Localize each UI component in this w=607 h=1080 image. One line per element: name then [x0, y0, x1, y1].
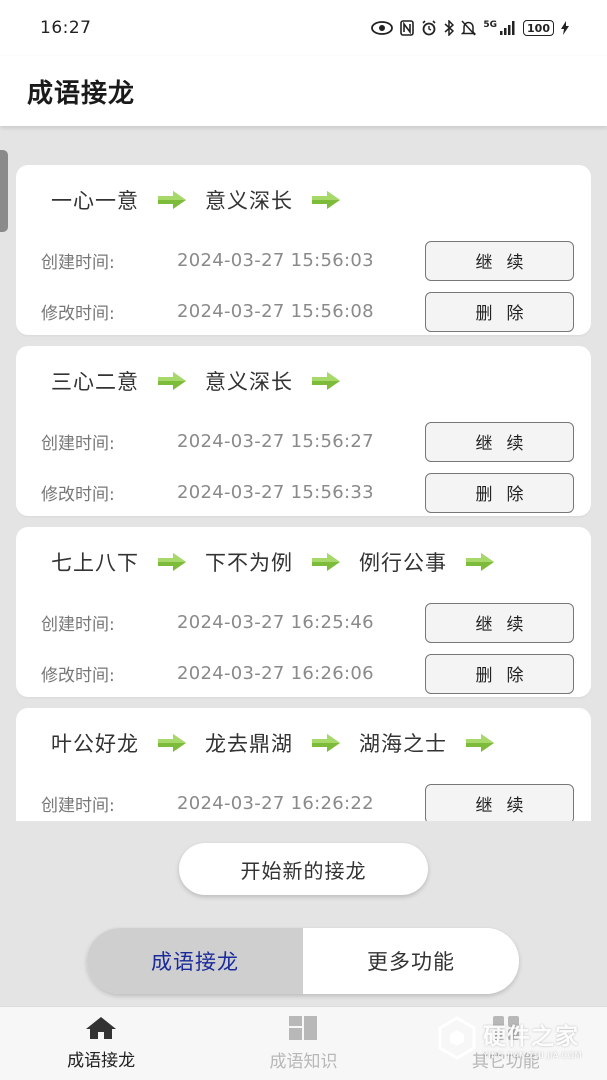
- created-label: 创建时间:: [41, 615, 115, 635]
- record-card: 三心二意 意义深长 创建时间: 2024-03-27 15:56:27 继续 修…: [16, 346, 591, 516]
- arrow-right-icon: [157, 733, 187, 753]
- continue-button[interactable]: 继续: [425, 783, 574, 821]
- continue-button[interactable]: 继续: [425, 421, 574, 462]
- nfc-icon: [400, 20, 415, 36]
- idiom-text: 七上八下: [51, 551, 139, 575]
- start-new-chain-button[interactable]: 开始新的接龙: [179, 843, 428, 895]
- arrow-right-icon: [311, 371, 341, 391]
- idiom-chain: 七上八下 下不为例 例行公事: [41, 527, 574, 597]
- delete-button[interactable]: 删除: [425, 291, 574, 332]
- record-list[interactable]: 一心一意 意义深长 创建时间: 2024-03-27 15:56:03 继续 修…: [16, 165, 591, 821]
- continue-button[interactable]: 继续: [425, 240, 574, 281]
- continue-button[interactable]: 继续: [425, 602, 574, 643]
- nav-label: 成语知识: [269, 1052, 338, 1072]
- modified-row: 修改时间: 2024-03-27 15:56:33 删除: [41, 467, 574, 518]
- modified-row: 修改时间: 2024-03-27 15:56:08 删除: [41, 286, 574, 337]
- mute-icon: [461, 20, 477, 36]
- status-bar: 16:27 5G 100: [0, 0, 607, 56]
- created-time: 2024-03-27 16:26:22: [177, 793, 374, 814]
- arrow-right-icon: [157, 552, 187, 572]
- bluetooth-icon: [444, 20, 455, 36]
- arrow-right-icon: [311, 733, 341, 753]
- delete-button[interactable]: 删除: [425, 653, 574, 694]
- arrow-right-icon: [157, 371, 187, 391]
- modified-label: 修改时间:: [41, 304, 115, 324]
- nav-label: 其它功能: [471, 1052, 540, 1072]
- created-row: 创建时间: 2024-03-27 16:26:22 继续: [41, 778, 574, 821]
- modified-label: 修改时间:: [41, 485, 115, 505]
- arrow-right-icon: [465, 733, 495, 753]
- idiom-text: 三心二意: [51, 370, 139, 394]
- created-time: 2024-03-27 16:25:46: [177, 612, 374, 633]
- modified-time: 2024-03-27 15:56:33: [177, 482, 374, 503]
- idiom-text: 意义深长: [205, 370, 293, 394]
- idiom-text: 意义深长: [205, 189, 293, 213]
- record-card: 叶公好龙 龙去鼎湖 湖海之士 创建时间: 2024-03-27 16:26:22…: [16, 708, 591, 821]
- nav-label: 成语接龙: [67, 1051, 136, 1071]
- idiom-text: 一心一意: [51, 189, 139, 213]
- modified-time: 2024-03-27 15:56:08: [177, 301, 374, 322]
- nav-item-idiom-chain[interactable]: 成语接龙: [0, 1007, 202, 1080]
- delete-button[interactable]: 删除: [425, 472, 574, 513]
- battery-indicator: 100: [523, 20, 554, 36]
- charging-icon: [561, 21, 569, 35]
- created-label: 创建时间:: [41, 434, 115, 454]
- arrow-right-icon: [311, 552, 341, 572]
- arrow-right-icon: [465, 552, 495, 572]
- created-time: 2024-03-27 15:56:27: [177, 431, 374, 452]
- idiom-text: 下不为例: [205, 551, 293, 575]
- modified-label: 修改时间:: [41, 666, 115, 686]
- grid-icon: [289, 1016, 318, 1040]
- idiom-chain: 叶公好龙 龙去鼎湖 湖海之士: [41, 708, 574, 778]
- record-card: 一心一意 意义深长 创建时间: 2024-03-27 15:56:03 继续 修…: [16, 165, 591, 335]
- edge-handle[interactable]: [0, 150, 8, 232]
- segmented-control: 成语接龙 更多功能: [87, 928, 519, 994]
- idiom-text: 叶公好龙: [51, 732, 139, 756]
- segment-more-functions[interactable]: 更多功能: [303, 928, 519, 994]
- home-icon: [86, 1017, 117, 1039]
- idiom-text: 例行公事: [359, 551, 447, 575]
- idiom-chain: 三心二意 意义深长: [41, 346, 574, 416]
- modified-time: 2024-03-27 16:26:06: [177, 663, 374, 684]
- alarm-icon: [422, 20, 436, 36]
- segment-idiom-chain[interactable]: 成语接龙: [87, 928, 303, 994]
- nav-item-idiom-knowledge[interactable]: 成语知识: [202, 1007, 404, 1080]
- signal-icon: [500, 21, 515, 35]
- bottom-nav: 成语接龙 成语知识 其它功能: [0, 1006, 607, 1080]
- status-icons: 5G 100: [371, 20, 569, 36]
- network-label: 5G: [483, 20, 498, 30]
- created-label: 创建时间:: [41, 796, 115, 816]
- status-time: 16:27: [40, 18, 92, 38]
- arrow-right-icon: [157, 190, 187, 210]
- created-row: 创建时间: 2024-03-27 15:56:27 继续: [41, 416, 574, 467]
- eye-icon: [371, 21, 394, 35]
- idiom-text: 龙去鼎湖: [205, 732, 293, 756]
- modified-row: 修改时间: 2024-03-27 16:26:06 删除: [41, 648, 574, 699]
- created-label: 创建时间:: [41, 253, 115, 273]
- idiom-chain: 一心一意 意义深长: [41, 165, 574, 235]
- idiom-text: 湖海之士: [359, 732, 447, 756]
- created-row: 创建时间: 2024-03-27 15:56:03 继续: [41, 235, 574, 286]
- app-header: 成语接龙: [0, 56, 607, 126]
- apps-icon: [492, 1016, 519, 1040]
- arrow-right-icon: [311, 190, 341, 210]
- created-row: 创建时间: 2024-03-27 16:25:46 继续: [41, 597, 574, 648]
- record-card: 七上八下 下不为例 例行公事 创建时间: 2024-03-27 16:25:46…: [16, 527, 591, 697]
- nav-item-other-functions[interactable]: 其它功能: [405, 1007, 607, 1080]
- page-title: 成语接龙: [27, 78, 136, 109]
- created-time: 2024-03-27 15:56:03: [177, 250, 374, 271]
